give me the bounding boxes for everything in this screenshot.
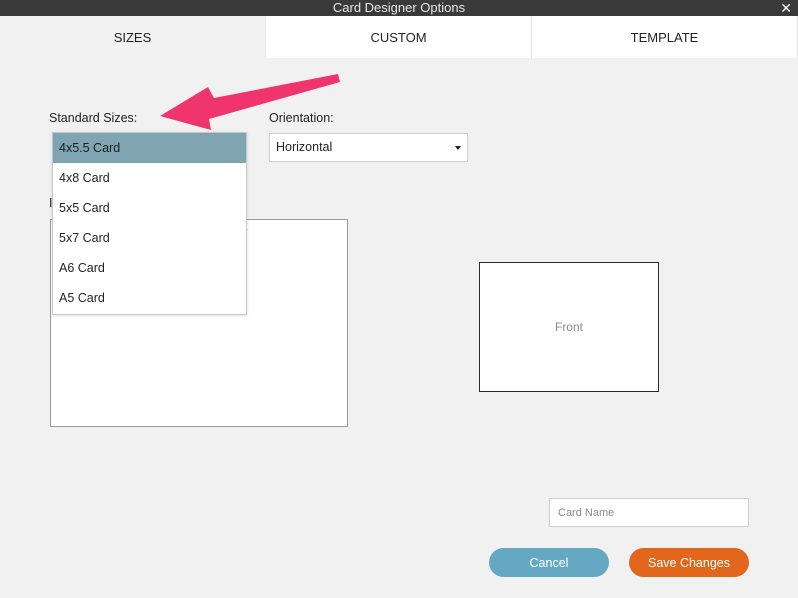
size-option-4x5-5[interactable]: 4x5.5 Card	[53, 133, 246, 163]
orientation-label: Orientation:	[269, 111, 334, 125]
tab-custom[interactable]: CUSTOM	[266, 16, 532, 58]
size-option-a6[interactable]: A6 Card	[53, 253, 246, 283]
size-option-4x8[interactable]: 4x8 Card	[53, 163, 246, 193]
tab-sizes[interactable]: SIZES	[0, 16, 266, 58]
size-option-5x5[interactable]: 5x5 Card	[53, 193, 246, 223]
orientation-value: Horizontal	[276, 140, 333, 154]
orientation-select[interactable]: Horizontal	[269, 133, 468, 162]
standard-sizes-label: Standard Sizes:	[49, 111, 138, 125]
save-changes-button[interactable]: Save Changes	[629, 548, 749, 577]
front-label: Front	[554, 320, 583, 334]
chevron-down-icon	[455, 146, 461, 150]
size-option-a5[interactable]: A5 Card	[53, 283, 246, 313]
tab-bar: SIZES CUSTOM TEMPLATE	[0, 16, 798, 58]
standard-sizes-dropdown-list[interactable]: 4x5.5 Card 4x8 Card 5x5 Card 5x7 Card A6…	[52, 132, 247, 315]
card-front-preview: Front	[479, 262, 659, 392]
window-title: Card Designer Options	[332, 0, 466, 15]
card-name-input[interactable]	[549, 498, 749, 527]
tab-template[interactable]: TEMPLATE	[532, 16, 798, 58]
size-option-5x7[interactable]: 5x7 Card	[53, 223, 246, 253]
cancel-button[interactable]: Cancel	[489, 548, 609, 577]
window-titlebar: Card Designer Options ✕	[0, 0, 798, 16]
close-icon[interactable]: ✕	[780, 0, 792, 16]
